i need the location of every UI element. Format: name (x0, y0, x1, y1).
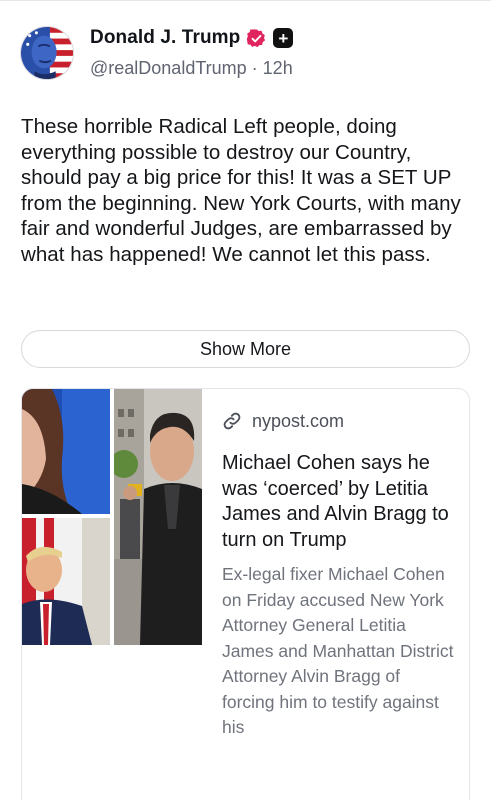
handle[interactable]: @realDonaldTrump (90, 58, 247, 79)
verified-badge-icon (246, 28, 267, 49)
plus-badge-icon: + (273, 28, 294, 48)
link-info: nypost.com Michael Cohen says he was ‘co… (222, 409, 462, 741)
link-summary: Ex-legal fixer Michael Cohen on Friday a… (222, 564, 454, 737)
display-name[interactable]: Donald J. Trump (90, 27, 240, 49)
avatar-image (21, 27, 73, 79)
preview-image-cohen (114, 389, 202, 645)
timestamp[interactable]: 12h (263, 58, 293, 79)
show-more-button[interactable]: Show More (21, 330, 470, 368)
post-text: These horrible Radical Left people, doin… (21, 115, 461, 266)
avatar[interactable] (20, 26, 74, 80)
link-icon (222, 411, 242, 431)
domain-row: nypost.com (222, 409, 462, 433)
preview-image-collage (22, 389, 202, 645)
handle-row: @realDonaldTrump · 12h (90, 58, 293, 79)
link-headline[interactable]: Michael Cohen says he was ‘coerced’ by L… (222, 451, 457, 553)
display-name-row: Donald J. Trump + (90, 25, 294, 51)
preview-image-woman (22, 389, 110, 514)
post-card: Donald J. Trump + @realDonaldTrump · 12h… (0, 0, 491, 800)
link-domain: nypost.com (252, 410, 345, 431)
separator-dot: · (251, 58, 258, 78)
link-preview-card[interactable]: nypost.com Michael Cohen says he was ‘co… (21, 388, 470, 800)
preview-image-trump (22, 518, 110, 645)
